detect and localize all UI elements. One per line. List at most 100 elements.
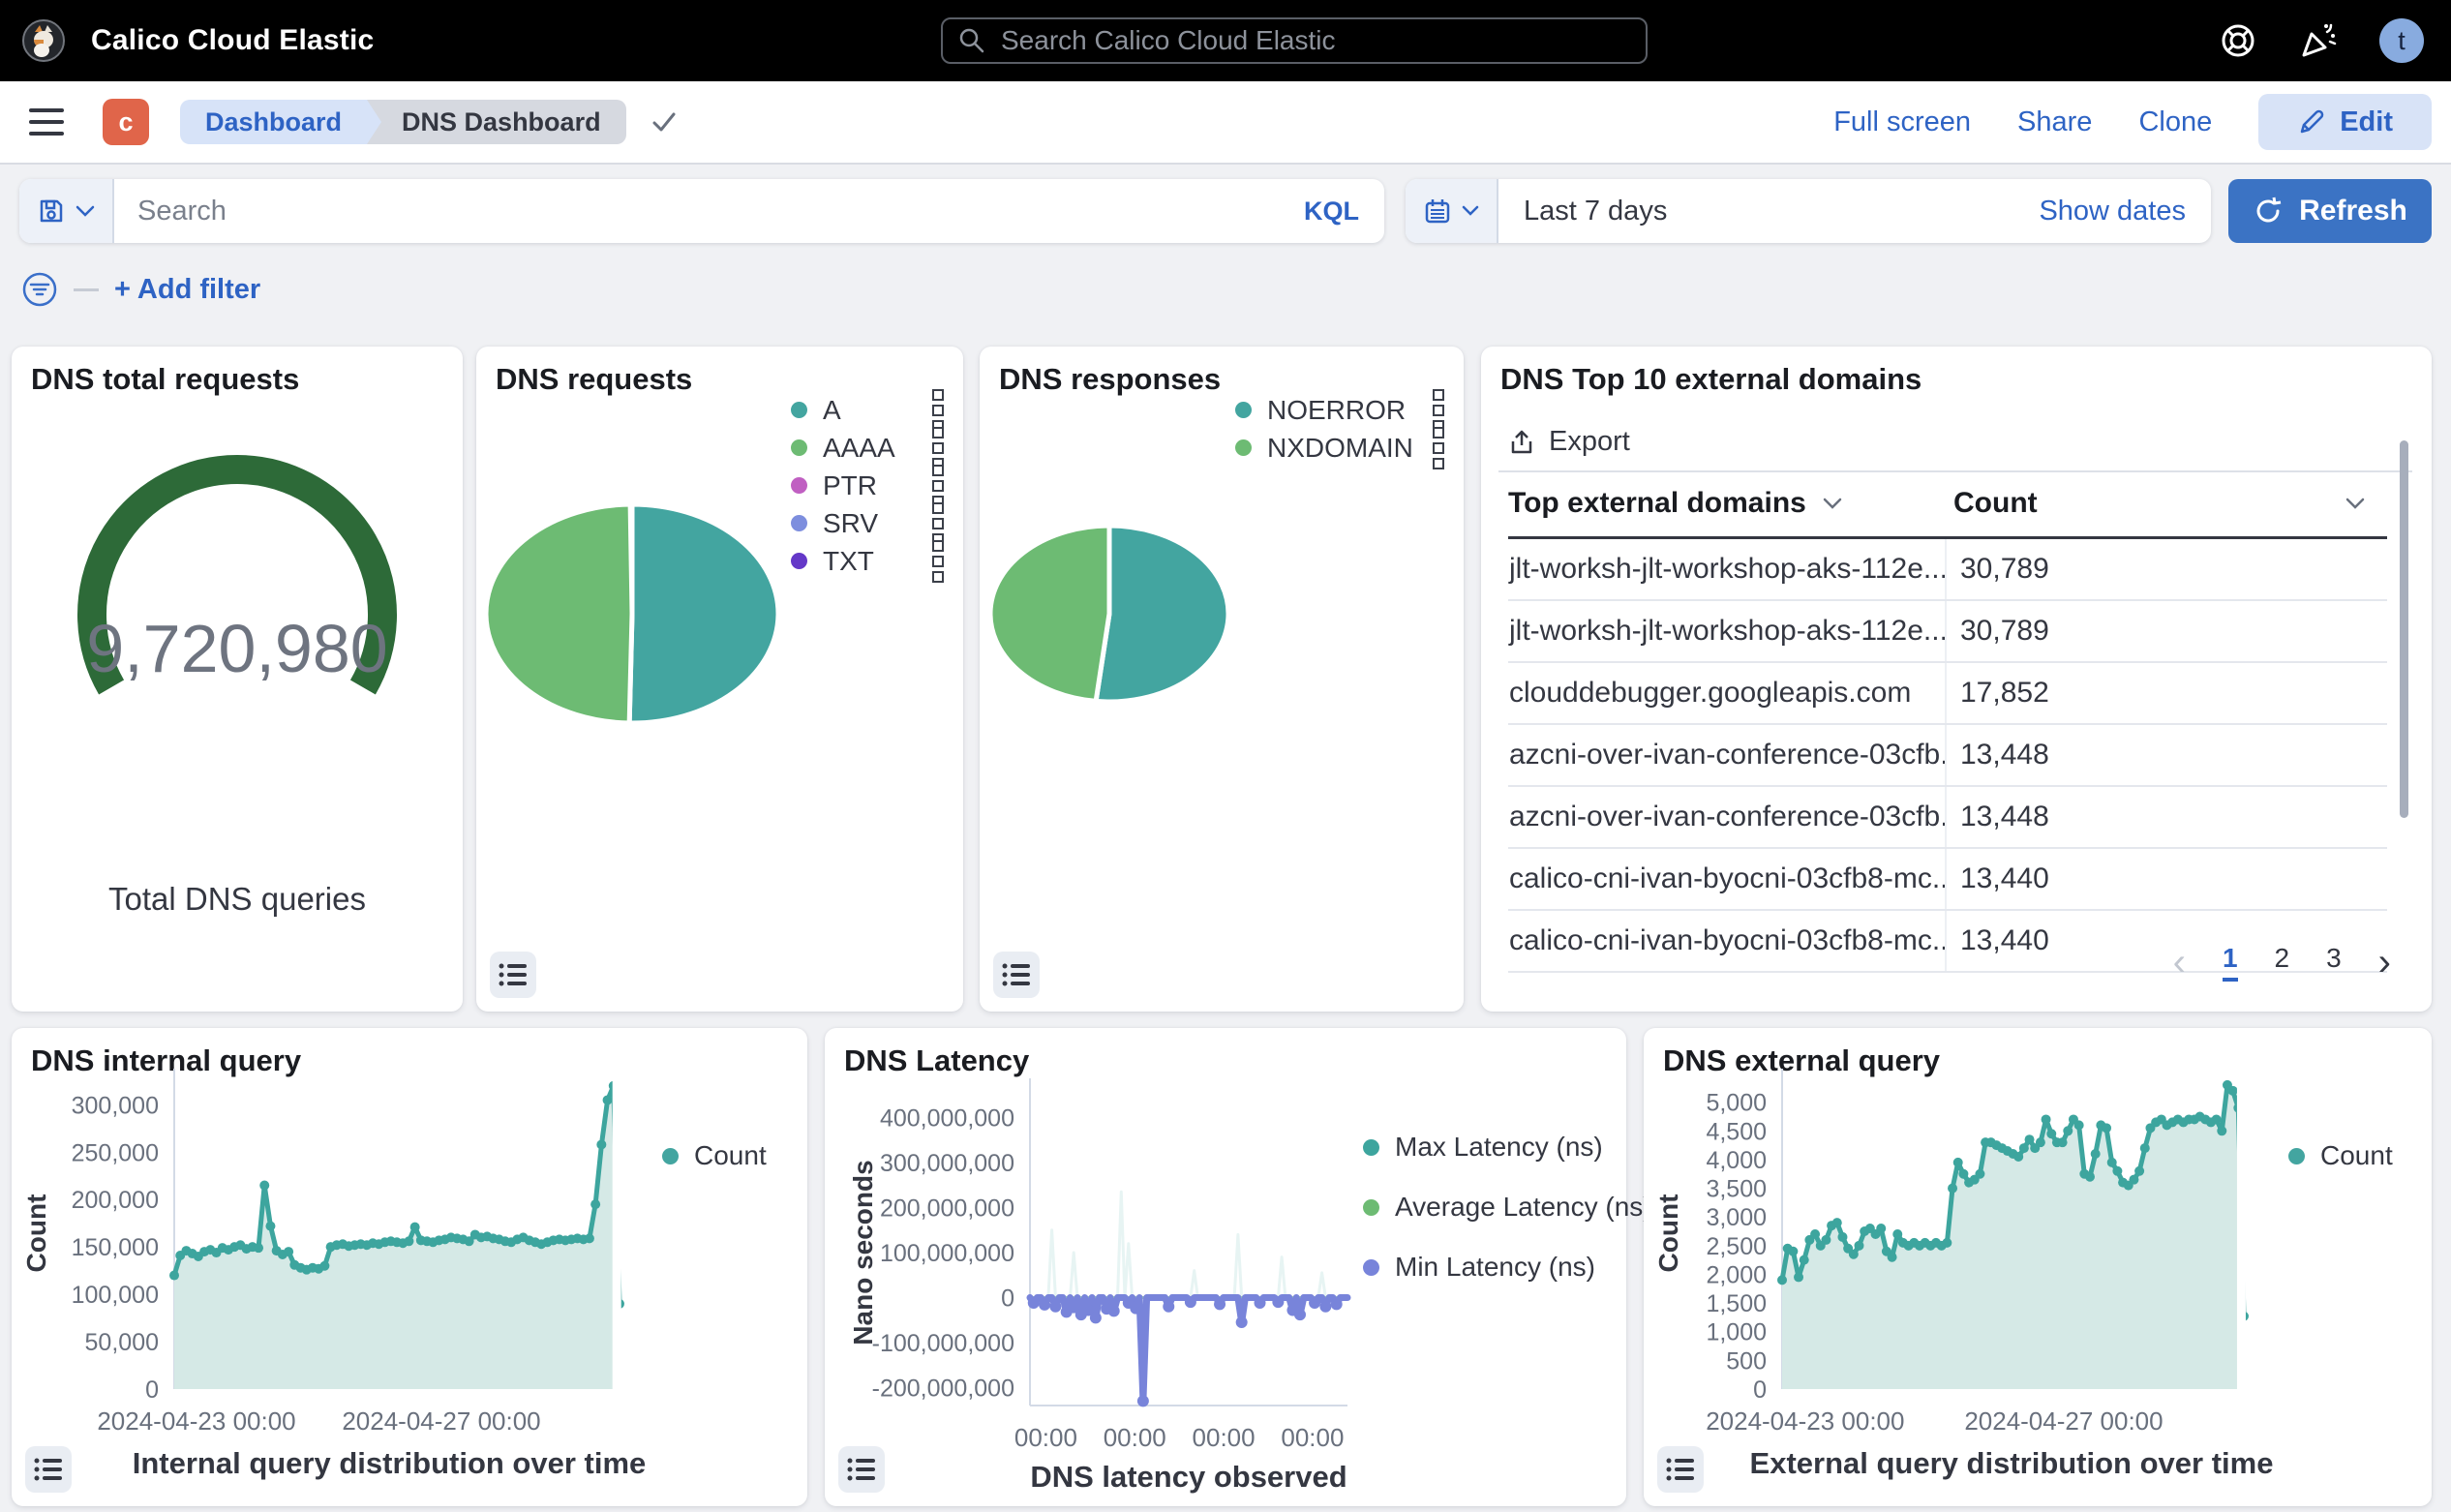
help-icon[interactable]	[2219, 21, 2257, 60]
internal-query-chart[interactable]: 300,000250,000200,000150,000100,00050,00…	[12, 1028, 807, 1506]
previous-page-button[interactable]: ‹	[2173, 943, 2186, 982]
svg-text:2024-04-27 00:00: 2024-04-27 00:00	[342, 1406, 540, 1436]
panel-list-icon[interactable]	[838, 1446, 885, 1493]
column-header-count[interactable]: Count	[1953, 487, 2374, 520]
domain-cell[interactable]: azcni-over-ivan-conference-03cfb...	[1508, 786, 1946, 848]
global-search-box[interactable]	[941, 17, 1648, 64]
svg-text:2,500: 2,500	[1706, 1233, 1767, 1260]
table-row[interactable]: calico-cni-ivan-byocni-03cfb8-mc...13,44…	[1508, 848, 2387, 910]
external-query-chart[interactable]: 5,0004,5004,0003,5003,0002,5002,0001,500…	[1644, 1028, 2432, 1506]
time-range-value[interactable]: Last 7 days	[1524, 196, 1667, 227]
domain-cell[interactable]: calico-cni-ivan-byocni-03cfb8-mc...	[1508, 848, 1946, 910]
panel-dns-responses: DNS responses NOERRORNXDOMAIN	[980, 347, 1464, 1012]
dns-dashboard-app: Calico Cloud Elastic	[0, 0, 2451, 1512]
table-row[interactable]: azcni-over-ivan-conference-03cfb...13,44…	[1508, 786, 2387, 848]
top-header-bar: Calico Cloud Elastic	[0, 0, 2451, 81]
svg-text:2024-04-27 00:00: 2024-04-27 00:00	[1964, 1406, 2163, 1436]
kql-toggle[interactable]: KQL	[1304, 197, 1359, 227]
global-search-input[interactable]	[999, 24, 1630, 57]
count-cell[interactable]: 30,789	[1946, 600, 2387, 662]
count-cell[interactable]: 13,448	[1946, 724, 2387, 786]
edit-button-label: Edit	[2340, 106, 2393, 138]
filter-circle-icon[interactable]	[21, 271, 58, 308]
panel-dns-requests: DNS requests AAAAAPTRSRVTXT	[476, 347, 963, 1012]
page-button-3[interactable]: 3	[2326, 943, 2342, 982]
share-button[interactable]: Share	[2017, 106, 2092, 138]
column-header-domains[interactable]: Top external domains	[1508, 487, 1953, 520]
table-row[interactable]: jlt-worksh-jlt-workshop-aks-112e...30,78…	[1508, 539, 2387, 600]
list-icon	[1000, 958, 1033, 991]
svg-text:00:00: 00:00	[1014, 1423, 1077, 1452]
panel-dns-total-requests: DNS total requests 9,720,980 Total DNS q…	[12, 347, 463, 1012]
breadcrumb-dns-dashboard[interactable]: DNS Dashboard	[367, 100, 626, 144]
time-range-picker[interactable]: Last 7 days Show dates	[1406, 179, 2211, 243]
x-axis-title: DNS latency observed	[918, 1460, 1460, 1495]
full-screen-button[interactable]: Full screen	[1833, 106, 1971, 138]
export-icon	[1508, 429, 1535, 456]
latency-chart[interactable]: 400,000,000300,000,000200,000,000100,000…	[825, 1028, 1626, 1506]
edit-button[interactable]: Edit	[2258, 94, 2432, 150]
responses-pie-chart[interactable]	[980, 347, 1464, 1012]
breadcrumb-dashboard[interactable]: Dashboard	[180, 100, 367, 144]
add-filter-button[interactable]: + Add filter	[114, 274, 260, 306]
requests-pie-chart[interactable]	[476, 347, 963, 1012]
table-pagination: ‹ 123 ›	[2173, 943, 2391, 982]
calendar-menu[interactable]	[1406, 179, 1498, 243]
filter-divider	[74, 288, 99, 291]
domain-cell[interactable]: clouddebugger.googleapis.com	[1508, 662, 1946, 724]
svg-text:300,000: 300,000	[72, 1092, 159, 1119]
table-header-row: Top external domains Count	[1508, 480, 2374, 527]
calico-logo-icon[interactable]	[21, 18, 66, 63]
count-cell[interactable]: 13,440	[1946, 848, 2387, 910]
clone-button[interactable]: Clone	[2138, 106, 2212, 138]
domain-cell[interactable]: azcni-over-ivan-conference-03cfb...	[1508, 724, 1946, 786]
svg-text:3,000: 3,000	[1706, 1204, 1767, 1231]
count-cell[interactable]: 30,789	[1946, 539, 2387, 600]
svg-text:-200,000,000: -200,000,000	[872, 1375, 1014, 1402]
panel-list-icon[interactable]	[1657, 1446, 1704, 1493]
count-cell[interactable]: 17,852	[1946, 662, 2387, 724]
svg-text:00:00: 00:00	[1104, 1423, 1166, 1452]
list-icon	[1664, 1453, 1697, 1486]
refresh-button[interactable]: Refresh	[2228, 179, 2432, 243]
kql-search-input[interactable]	[136, 195, 1279, 228]
panel-title: DNS Top 10 external domains	[1500, 362, 1921, 397]
table-row[interactable]: azcni-over-ivan-conference-03cfb...13,44…	[1508, 724, 2387, 786]
panel-list-icon[interactable]	[993, 952, 1040, 998]
x-axis-title: Internal query distribution over time	[70, 1446, 709, 1481]
table-row[interactable]: jlt-worksh-jlt-workshop-aks-112e...30,78…	[1508, 600, 2387, 662]
chevron-down-icon	[1822, 497, 1843, 510]
domain-cell[interactable]: calico-cni-ivan-byocni-03cfb8-mc...	[1508, 910, 1946, 972]
domain-cell[interactable]: jlt-worksh-jlt-workshop-aks-112e...	[1508, 539, 1946, 600]
count-cell[interactable]: 13,448	[1946, 786, 2387, 848]
panel-list-icon[interactable]	[490, 952, 536, 998]
show-dates-button[interactable]: Show dates	[2039, 196, 2186, 227]
page-button-2[interactable]: 2	[2275, 943, 2290, 982]
saved-query-menu[interactable]	[19, 179, 114, 243]
svg-text:-100,000,000: -100,000,000	[872, 1330, 1014, 1357]
space-avatar[interactable]: c	[103, 99, 149, 145]
table-row[interactable]: clouddebugger.googleapis.com17,852	[1508, 662, 2387, 724]
chevron-down-icon	[76, 204, 95, 218]
svg-text:100,000,000: 100,000,000	[880, 1240, 1014, 1267]
menu-hamburger-icon[interactable]	[29, 108, 64, 136]
panel-dns-external-query: DNS external query Count Count 5,0004,50…	[1644, 1028, 2432, 1506]
svg-text:0: 0	[1753, 1376, 1767, 1404]
chevron-down-icon	[1462, 205, 1479, 217]
svg-text:100,000: 100,000	[72, 1282, 159, 1309]
svg-text:50,000: 50,000	[85, 1329, 159, 1356]
page-button-1[interactable]: 1	[2223, 943, 2238, 982]
table-scrollbar[interactable]	[2400, 440, 2408, 818]
news-party-popper-icon[interactable]	[2298, 20, 2339, 61]
panel-list-icon[interactable]	[25, 1446, 72, 1493]
next-page-button[interactable]: ›	[2378, 943, 2391, 982]
export-button[interactable]: Export	[1508, 426, 1630, 458]
check-icon[interactable]	[648, 106, 681, 138]
chevron-down-icon	[2345, 497, 2366, 510]
panel-dns-internal-query: DNS internal query Count Count 300,00025…	[12, 1028, 807, 1506]
user-avatar[interactable]: t	[2379, 18, 2424, 63]
query-bar[interactable]: KQL	[19, 179, 1384, 243]
domain-cell[interactable]: jlt-worksh-jlt-workshop-aks-112e...	[1508, 600, 1946, 662]
gauge-value: 9,720,980	[12, 610, 463, 687]
save-icon	[37, 197, 66, 226]
